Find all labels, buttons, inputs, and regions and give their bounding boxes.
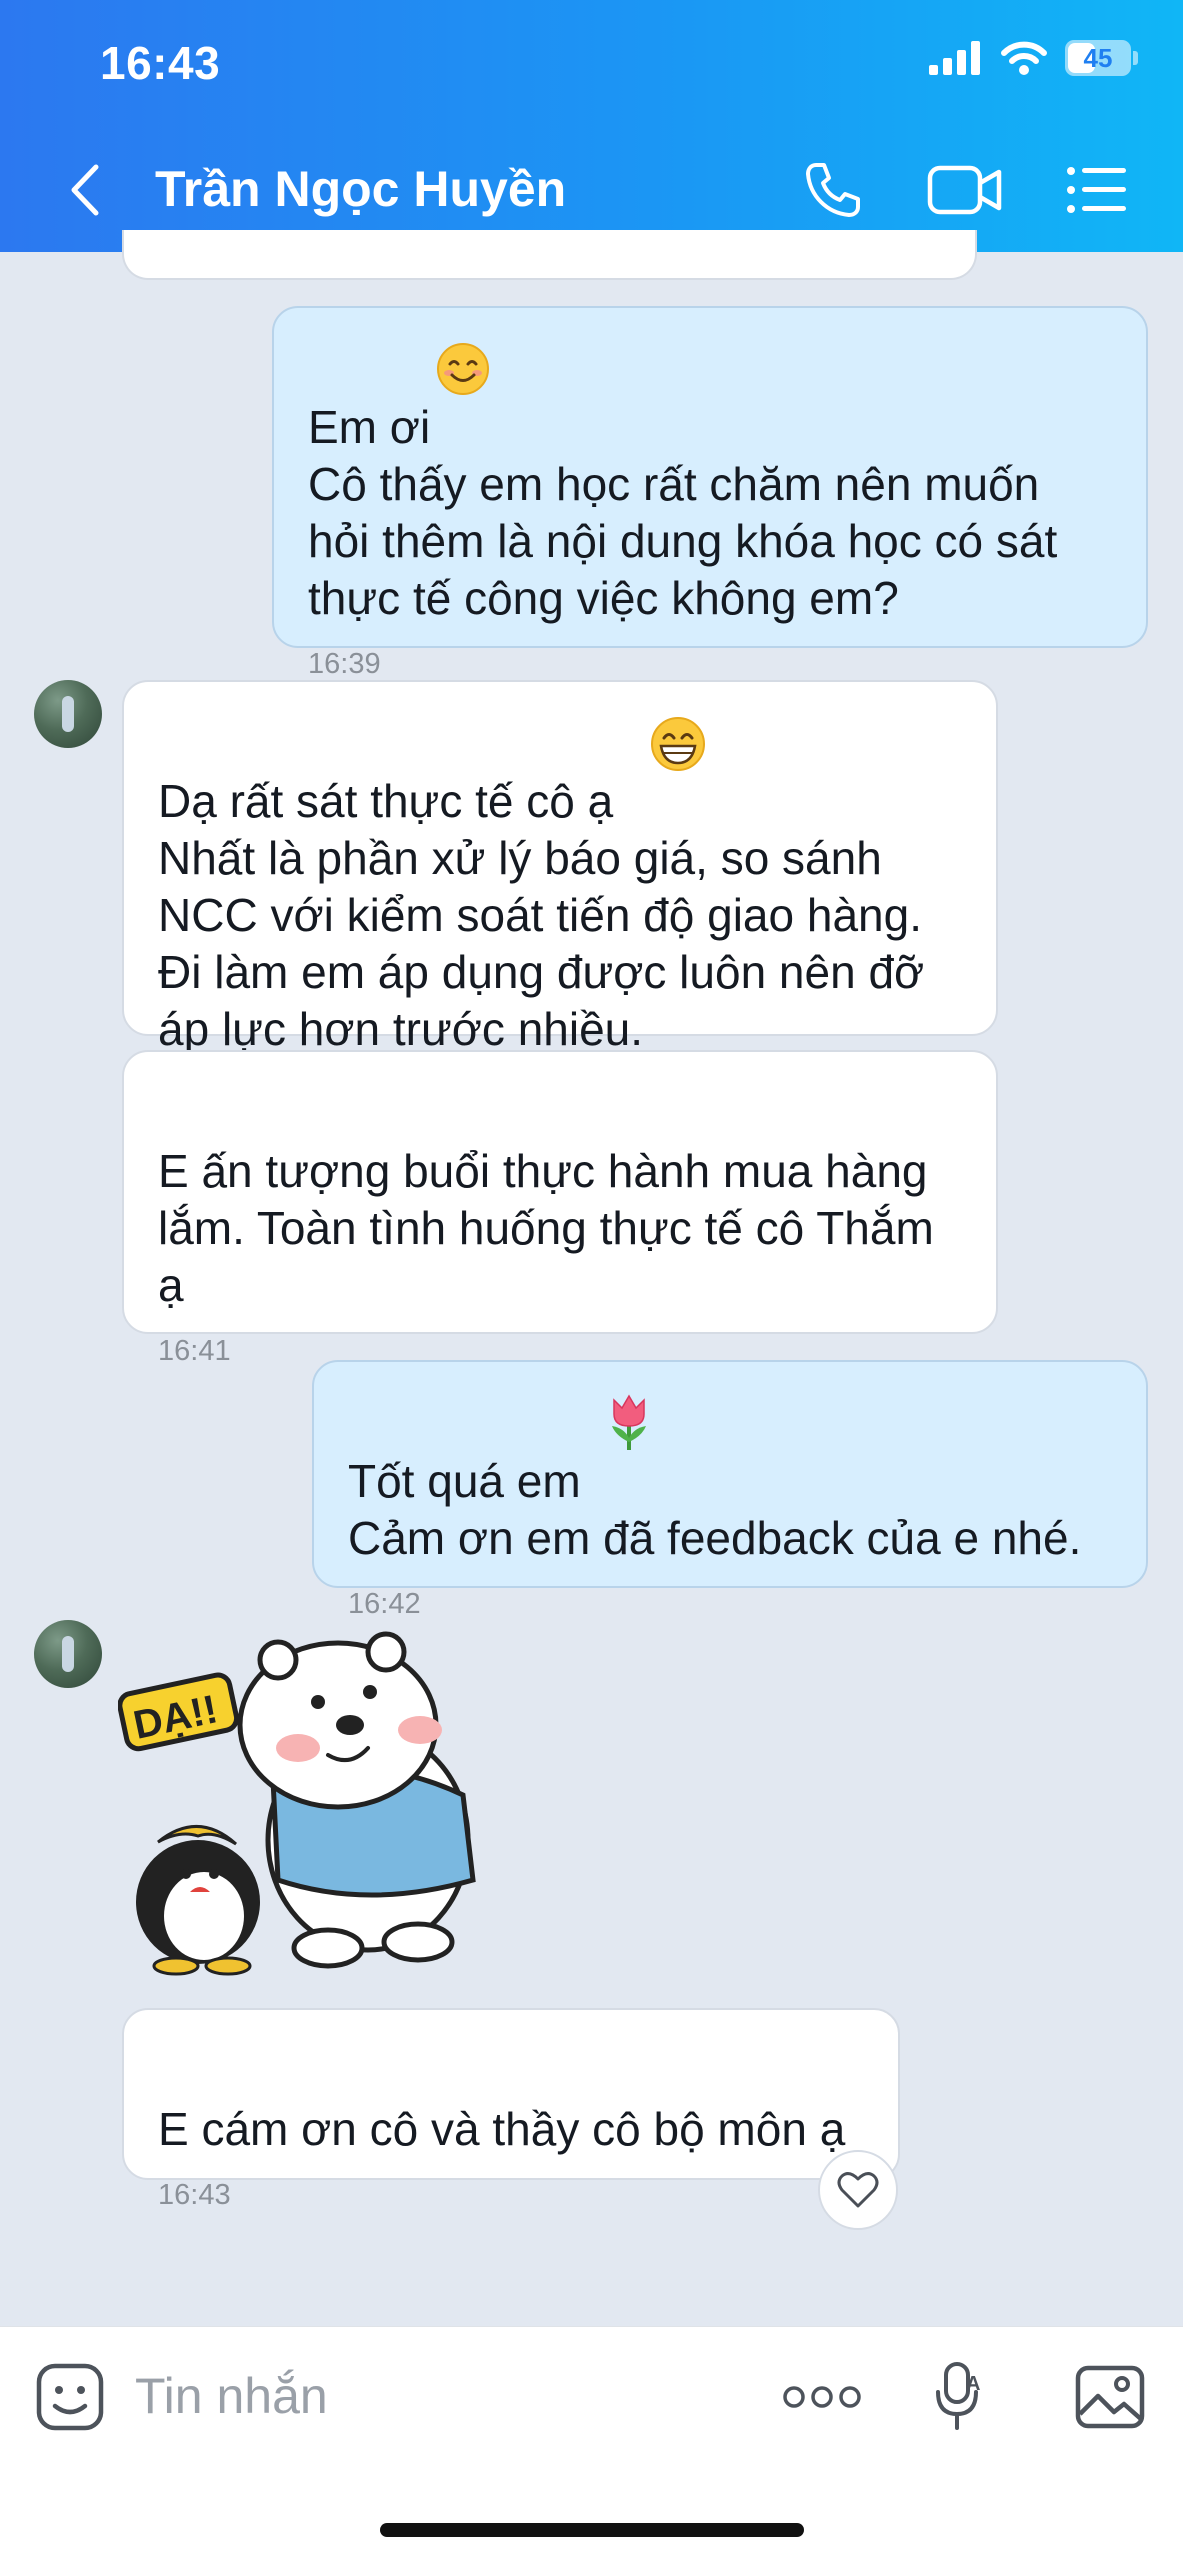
grin-emoji-icon [651,717,705,771]
video-call-icon[interactable] [926,154,1004,226]
battery-level: 45 [1083,42,1113,73]
contact-avatar[interactable] [34,680,102,748]
battery-icon: 45 [1065,40,1138,76]
message-text: E ấn tượng buổi thực hành mua hàng lắm. … [158,1145,934,1311]
message-bubble-incoming[interactable]: E ấn tượng buổi thực hành mua hàng lắm. … [122,1050,998,1367]
contact-name[interactable]: Trần Ngọc Huyền [155,160,566,218]
message-text: E cám ơn cô và thầy cô bộ môn ạ [158,2103,846,2155]
sticker[interactable]: DẠ!! [117,1630,498,1980]
contact-avatar[interactable] [34,1620,102,1688]
message-bubble-outgoing[interactable]: Em ơi Cô thấy em học rất chăm nên muốn h… [272,306,1148,680]
message-text: Em ơi Cô thấy em học rất chăm nên muốn h… [308,401,1058,624]
message-text: Tốt quá em Cảm ơn em đã feedback của e n… [348,1455,1082,1564]
heart-icon [837,2172,879,2208]
wifi-icon [1001,41,1047,75]
heart-reaction-button[interactable] [818,2150,898,2230]
message-bubble-incoming[interactable]: Dạ rất sát thực tế cô ạ Nhất là phần xử … [122,680,998,1055]
message-bubble-previous [122,230,977,280]
svg-text:A: A [966,2373,980,2395]
status-icons: 45 [929,40,1138,76]
message-time: 16:43 [158,2179,231,2211]
penguin-icon [136,1825,260,1976]
home-indicator [380,2523,804,2537]
menu-list-icon[interactable] [1064,154,1130,226]
message-bubble-incoming[interactable]: E cám ơn cô và thầy cô bộ môn ạ 16:43 [122,2008,900,2211]
phone-icon[interactable] [798,154,868,226]
status-time: 16:43 [100,37,221,89]
image-gallery-icon[interactable] [1072,2359,1148,2435]
back-chevron-icon[interactable] [56,158,112,222]
voice-mic-icon[interactable]: A [930,2359,990,2435]
polar-bear-icon: DẠ!! [117,1631,476,1976]
tulip-emoji-icon [612,1394,646,1450]
emoji-sticker-icon[interactable] [30,2359,110,2435]
message-bubble-outgoing[interactable]: Tốt quá em Cảm ơn em đã feedback của e n… [312,1360,1148,1620]
message-time: 16:42 [348,1588,421,1620]
more-dots-icon[interactable] [782,2359,862,2435]
chat-header: 16:43 45 Trần Ngọc Huyền [0,0,1183,252]
message-text: Dạ rất sát thực tế cô ạ Nhất là phần xử … [158,775,925,1055]
message-input[interactable]: Tin nhắn [135,2367,328,2425]
signal-icon [929,41,980,75]
smile-emoji-icon [437,343,489,395]
message-time: 16:39 [308,648,381,680]
message-input-bar: Tin nhắn A [0,2326,1183,2561]
